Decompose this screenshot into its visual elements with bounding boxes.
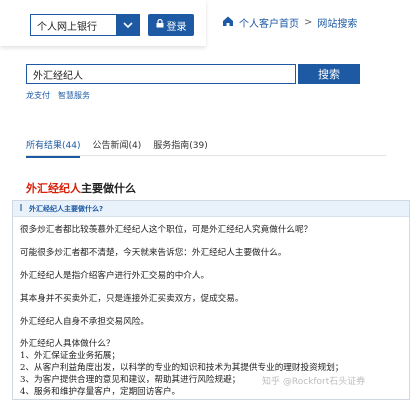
paragraph-line: 4、服务和维护存量客户，定期回访客户。 <box>20 387 181 397</box>
quick-links: 龙支付 智慧服务 <box>26 90 90 101</box>
paragraph-line: 1、外汇保证金业务拓展； <box>20 351 120 361</box>
frame-header: 外汇经纪人主要做什么? <box>13 201 409 217</box>
chevron-down-icon[interactable] <box>116 13 140 36</box>
paragraph-line: 2、从客户利益角度出发，以科学的专业的知识和技术为其提供专业的理财投资规划； <box>20 363 344 373</box>
paragraph-line: 3、为客户提供合理的意见和建议，帮助其进行风险规避； <box>20 375 241 385</box>
result-title-rest: 主要做什么 <box>81 182 136 195</box>
frame-title: 外汇经纪人主要做什么? <box>29 205 104 213</box>
breadcrumb-current: 网站搜索 <box>317 19 358 30</box>
quick-link-smart-service[interactable]: 智慧服务 <box>58 90 90 101</box>
login-button[interactable]: 登录 <box>148 14 194 36</box>
paragraph-line: 外汇经纪人自身不承担交易风险。 <box>20 317 149 327</box>
search-input[interactable] <box>26 64 296 84</box>
quick-link-longpay[interactable]: 龙支付 <box>26 90 50 101</box>
home-icon[interactable] <box>222 15 234 30</box>
lock-icon <box>156 18 164 31</box>
paragraph-line: 可能很多炒汇者都不清楚，今天就来告诉您：外汇经纪人主要做什么。 <box>20 248 287 258</box>
breadcrumb-home-link[interactable]: 个人客户首页 <box>239 15 299 30</box>
result-title[interactable]: 外汇经纪人主要做什么 <box>26 180 136 196</box>
breadcrumb-separator: > <box>304 17 313 28</box>
paragraph-line: 很多炒汇者都比较羡慕外汇经纪人这个职位，可是外汇经纪人究竟做什么呢？ <box>20 225 313 235</box>
breadcrumb: 个人客户首页 > 网站搜索 <box>222 15 357 30</box>
paragraph-line: 其本身并不买卖外汇，只是连接外汇买卖双方，促成交易。 <box>20 294 244 304</box>
bank-select-value: 个人网上银行 <box>37 21 97 33</box>
result-title-highlight: 外汇经纪人 <box>26 182 81 195</box>
paragraph-line: 外汇经纪人是指介绍客户进行外汇交易的中介人。 <box>20 271 210 281</box>
top-bar: 个人网上银行 登录 个人客户首页 > 网站搜索 <box>0 0 416 48</box>
search-button[interactable]: 搜索 <box>298 64 360 84</box>
zhihu-watermark: 知乎 @Rockfort石头证券 <box>262 377 366 387</box>
bank-type-select[interactable]: 个人网上银行 <box>30 13 140 36</box>
bullet-icon <box>20 204 25 211</box>
paragraph-line: 外汇经纪人具体做什么？ <box>20 339 115 349</box>
tabs-divider <box>26 155 386 156</box>
login-label: 登录 <box>166 21 187 33</box>
